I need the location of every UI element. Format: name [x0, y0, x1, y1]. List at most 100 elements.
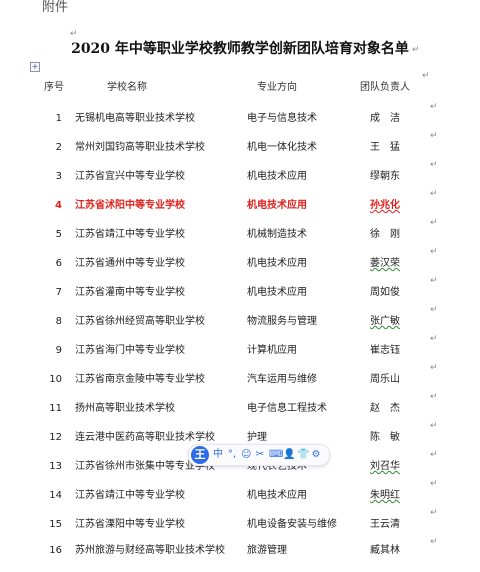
attachment-label: 附件 — [42, 0, 69, 15]
skin-icon[interactable]: 👕 — [297, 447, 309, 463]
row-leader: 蒌汉荣 — [370, 258, 400, 269]
row-major: 汽车运用与维修 — [247, 374, 317, 385]
row-school: 连云港中医药高等职业技术学校 — [75, 432, 215, 443]
document-page[interactable]: 附件 ↵ 2020 年中等职业学校教师教学创新团队培育对象名单 ↵ + 序号 学… — [0, 0, 480, 558]
row-end-mark-icon: ↵ — [430, 537, 438, 547]
row-school: 江苏省海门中等专业学校 — [75, 345, 185, 356]
row-leader: 臧其林 — [370, 545, 400, 556]
scissors-icon[interactable]: ✂ — [255, 447, 265, 463]
row-end-mark-icon: ↵ — [430, 276, 438, 286]
row-school: 江苏省灌南中等专业学校 — [75, 287, 185, 298]
row-leader: 陈 敏 — [370, 432, 400, 443]
row-end-mark-icon: ↵ — [430, 334, 438, 344]
row-major: 机电技术应用 — [247, 200, 307, 211]
row-major: 电子与信息技术 — [247, 113, 317, 124]
row-major: 机械制造技术 — [247, 229, 307, 240]
table-row: 9 江苏省海门中等专业学校 计算机应用 崔志钰 — [0, 344, 480, 372]
row-end-mark-icon: ↵ — [430, 305, 438, 315]
row-school: 江苏省沭阳中等专业学校 — [75, 200, 185, 211]
row-school: 江苏省徐州经贸高等职业学校 — [75, 316, 205, 327]
row-major: 电子信息工程技术 — [247, 403, 327, 414]
row-end-mark-icon: ↵ — [430, 160, 438, 170]
row-leader: 王云清 — [370, 519, 400, 530]
table-row: 5 江苏省靖江中等专业学校 机械制造技术 徐 刚 — [0, 228, 480, 256]
row-school: 常州刘国钧高等职业技术学校 — [75, 142, 205, 153]
keyboard-icon[interactable]: ⌨ — [269, 447, 283, 463]
row-number: 6 — [55, 258, 62, 269]
table-row: 3 江苏省宜兴中等专业学校 机电技术应用 缪朝东 — [0, 170, 480, 198]
row-number: 15 — [49, 519, 62, 530]
row-school: 江苏省溧阳中等专业学校 — [75, 519, 185, 530]
row-school: 扬州高等职业技术学校 — [75, 403, 175, 414]
row-end-mark-icon: ↵ — [430, 479, 438, 489]
row-school: 苏州旅游与财经高等职业技术学校 — [75, 545, 225, 556]
table-move-handle-icon[interactable]: + — [30, 62, 40, 72]
row-major: 机电一体化技术 — [247, 142, 317, 153]
row-end-mark-icon: ↵ — [430, 189, 438, 199]
row-number: 14 — [49, 490, 62, 501]
row-end-mark-icon: ↵ — [430, 363, 438, 373]
row-end-mark-icon: ↵ — [430, 131, 438, 141]
row-school: 江苏省靖江中等专业学校 — [75, 490, 185, 501]
row-major: 旅游管理 — [247, 545, 287, 556]
row-leader: 缪朝东 — [370, 171, 400, 182]
row-end-mark-icon: ↵ — [430, 508, 438, 518]
row-major: 机电技术应用 — [247, 287, 307, 298]
gear-icon[interactable]: ⚙ — [311, 447, 321, 463]
row-leader: 朱明红 — [370, 490, 400, 501]
table-row: 16 苏州旅游与财经高等职业技术学校 旅游管理 臧其林 — [0, 544, 480, 572]
document-title: 2020 年中等职业学校教师教学创新团队培育对象名单 — [71, 41, 409, 57]
row-end-mark-icon: ↵ — [430, 392, 438, 402]
table-row: 15 江苏省溧阳中等专业学校 机电设备安装与维修 王云清 — [0, 518, 480, 546]
row-leader: 孙兆化 — [370, 200, 400, 211]
row-leader: 徐 刚 — [370, 229, 400, 240]
ime-punctuation-toggle[interactable]: °, — [227, 447, 237, 463]
row-major: 机电技术应用 — [247, 490, 307, 501]
ime-toolbar[interactable]: 王 中 °, ☺ ✂ ⌨ 👤 👕 ⚙ — [188, 444, 330, 466]
table-row: 2 常州刘国钧高等职业技术学校 机电一体化技术 王 猛 — [0, 141, 480, 169]
paragraph-mark-icon: ↵ — [422, 71, 430, 81]
row-school: 江苏省靖江中等专业学校 — [75, 229, 185, 240]
row-major: 机电设备安装与维修 — [247, 519, 337, 530]
table-row: 11 扬州高等职业技术学校 电子信息工程技术 赵 杰 — [0, 402, 480, 430]
row-leader: 王 猛 — [370, 142, 400, 153]
row-leader: 张广敏 — [370, 316, 400, 327]
row-number: 7 — [55, 287, 62, 298]
table-row-highlighted: 4 江苏省沭阳中等专业学校 机电技术应用 孙兆化 — [0, 199, 480, 227]
row-school: 江苏省通州中等专业学校 — [75, 258, 185, 269]
table-row: 14 江苏省靖江中等专业学校 机电技术应用 朱明红 — [0, 489, 480, 517]
row-end-mark-icon: ↵ — [430, 102, 438, 112]
table-row: 6 江苏省通州中等专业学校 机电技术应用 蒌汉荣 — [0, 257, 480, 285]
row-school: 无锡机电高等职业技术学校 — [75, 113, 195, 124]
ime-mode-toggle[interactable]: 中 — [213, 447, 223, 463]
header-number: 序号 — [44, 82, 64, 93]
table-row: 1 无锡机电高等职业技术学校 电子与信息技术 成 洁 — [0, 112, 480, 140]
row-end-mark-icon: ↵ — [430, 218, 438, 228]
row-number: 12 — [49, 432, 62, 443]
row-major: 计算机应用 — [247, 345, 297, 356]
row-number: 1 — [55, 113, 62, 124]
row-leader: 赵 杰 — [370, 403, 400, 414]
table-row: 10 江苏省南京金陵中等专业学校 汽车运用与维修 周乐山 — [0, 373, 480, 401]
row-number: 9 — [55, 345, 62, 356]
row-school: 江苏省宜兴中等专业学校 — [75, 171, 185, 182]
row-major: 机电技术应用 — [247, 258, 307, 269]
ime-logo-icon[interactable]: 王 — [191, 446, 209, 464]
row-leader: 周如俊 — [370, 287, 400, 298]
header-leader: 团队负责人 — [360, 82, 410, 93]
header-major: 专业方向 — [257, 82, 297, 93]
user-icon[interactable]: 👤 — [283, 447, 295, 463]
row-major: 护理 — [247, 432, 267, 443]
row-end-mark-icon: ↵ — [430, 450, 438, 460]
emoji-icon[interactable]: ☺ — [241, 447, 251, 463]
row-major: 物流服务与管理 — [247, 316, 317, 327]
row-number: 2 — [55, 142, 62, 153]
paragraph-mark-icon: ↵ — [412, 45, 420, 55]
row-end-mark-icon: ↵ — [430, 247, 438, 257]
row-number: 11 — [49, 403, 62, 414]
row-number: 16 — [49, 545, 62, 556]
row-number: 13 — [49, 461, 62, 472]
row-number: 4 — [55, 200, 62, 211]
row-school: 江苏省南京金陵中等专业学校 — [75, 374, 205, 385]
row-leader: 周乐山 — [370, 374, 400, 385]
